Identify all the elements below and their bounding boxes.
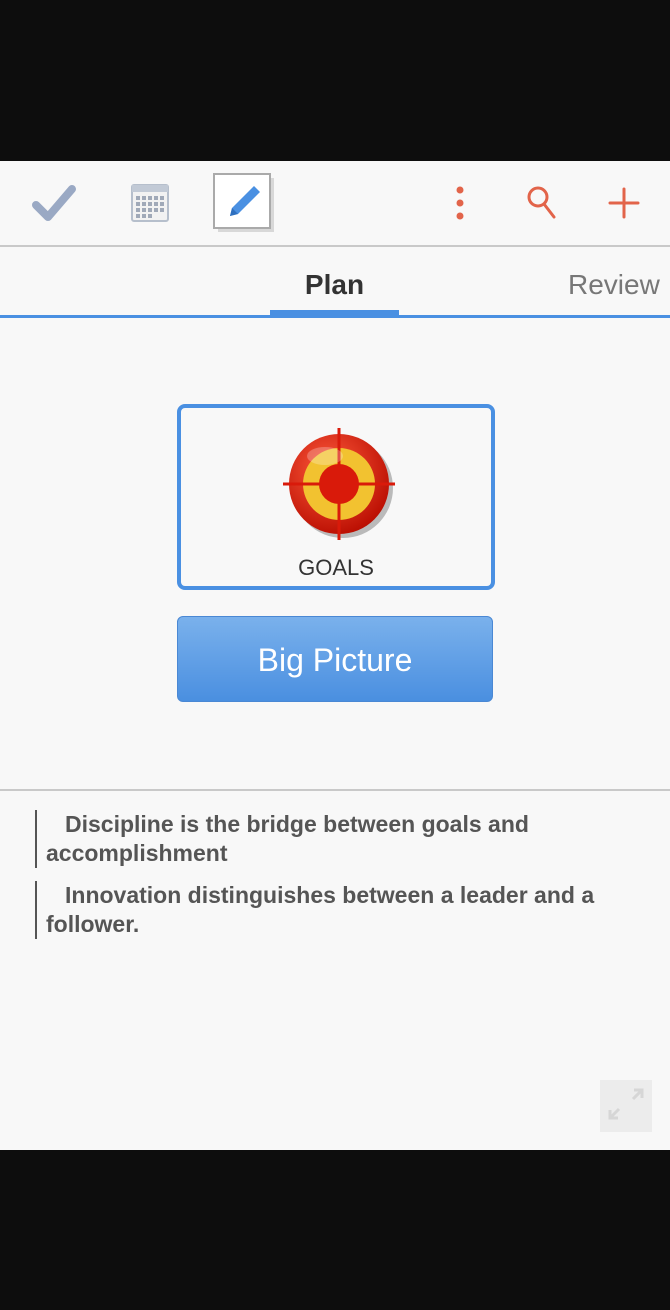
toolbar xyxy=(0,161,670,247)
calendar-icon xyxy=(130,183,170,223)
search-icon xyxy=(526,185,558,221)
quote-item: Discipline is the bridge between goals a… xyxy=(35,810,626,868)
checkmark-icon xyxy=(32,183,76,223)
section-divider xyxy=(0,789,670,791)
goals-label: GOALS xyxy=(298,555,374,580)
more-vert-icon xyxy=(455,186,465,220)
tab-bar: Plan Review xyxy=(0,247,670,318)
edit-pencil-icon xyxy=(212,172,276,234)
more-options-button[interactable] xyxy=(442,161,478,245)
search-button[interactable] xyxy=(520,161,564,245)
expand-button[interactable] xyxy=(600,1080,652,1132)
app-screen: Plan Review GOALS Big Picture Discipline… xyxy=(0,161,670,1150)
add-icon xyxy=(608,187,640,219)
big-picture-button[interactable]: Big Picture xyxy=(177,616,493,702)
target-icon xyxy=(281,426,397,547)
edit-button[interactable] xyxy=(208,161,280,245)
add-button[interactable] xyxy=(602,161,646,245)
tab-plan[interactable]: Plan xyxy=(270,247,399,318)
quote-item: Innovation distinguishes between a leade… xyxy=(35,881,626,939)
checkmark-button[interactable] xyxy=(22,161,86,245)
calendar-button[interactable] xyxy=(122,161,178,245)
expand-icon xyxy=(606,1084,646,1129)
tab-review[interactable]: Review xyxy=(560,247,670,315)
goals-card[interactable]: GOALS xyxy=(177,404,495,590)
